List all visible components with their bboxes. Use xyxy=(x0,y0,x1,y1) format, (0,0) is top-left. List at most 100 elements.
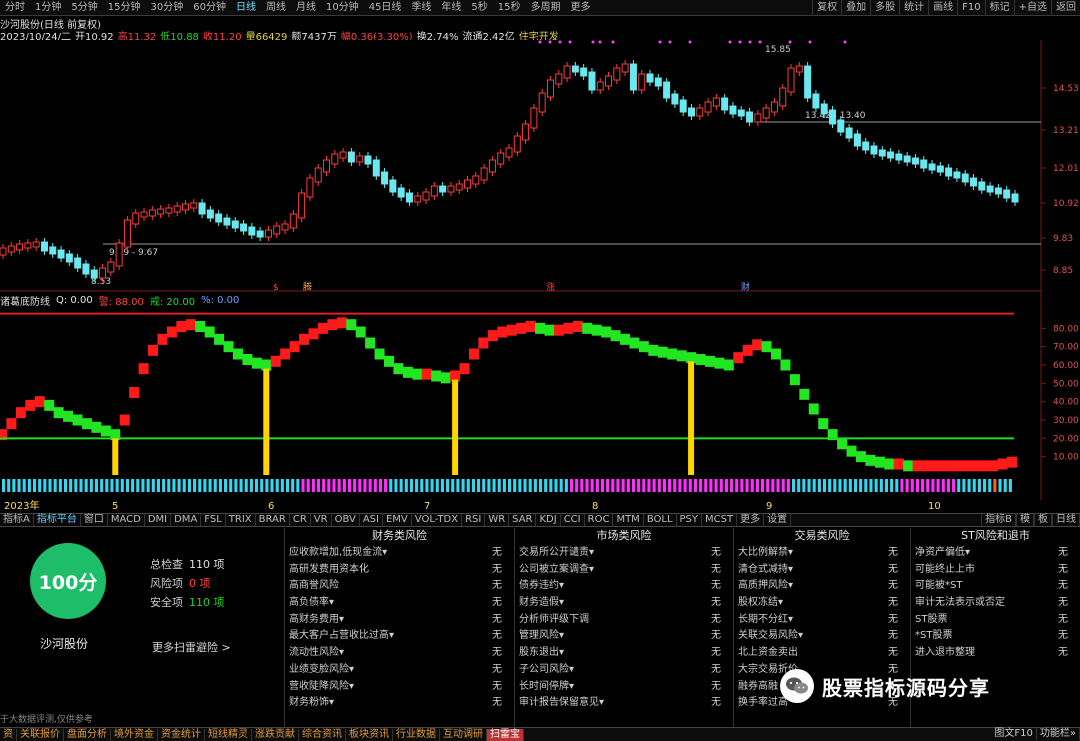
function-tab-9[interactable]: 行业数据 xyxy=(393,728,440,741)
function-tab-1[interactable]: 关联报价 xyxy=(17,728,64,741)
indicator-tab-right-2[interactable]: 板 xyxy=(1034,514,1052,526)
period-tab-7[interactable]: 周线 xyxy=(261,0,291,16)
period-tab-6[interactable]: 日线 xyxy=(231,0,261,16)
risk-item[interactable]: 审计无法表示或否定 无 xyxy=(911,595,1080,612)
period-tab-14[interactable]: 15秒 xyxy=(493,0,526,16)
indicator-tab-13[interactable]: EMV xyxy=(383,514,412,526)
risk-item[interactable]: 营收陡降风险▾ 无 xyxy=(285,679,514,696)
period-tab-8[interactable]: 月线 xyxy=(291,0,321,16)
risk-item[interactable]: 财务粉饰▾ 无 xyxy=(285,695,514,712)
period-tab-16[interactable]: 更多 xyxy=(566,0,596,16)
risk-item[interactable]: 长时间停牌▾ 无 xyxy=(515,679,733,696)
indicator-tab-26[interactable]: 设置 xyxy=(764,514,792,526)
indicator-tab-1[interactable]: 指标平台 xyxy=(34,514,81,526)
risk-item[interactable]: 股权冻结▾ 无 xyxy=(734,595,910,612)
indicator-tab-24[interactable]: MCST xyxy=(702,514,738,526)
tool-button-8[interactable]: 返回 xyxy=(1051,0,1080,16)
function-tab-3[interactable]: 境外资金 xyxy=(111,728,158,741)
function-tab-5[interactable]: 短线精灵 xyxy=(205,728,252,741)
indicator-tab-12[interactable]: ASI xyxy=(360,514,383,526)
risk-item[interactable]: 进入退市整理 无 xyxy=(911,645,1080,662)
indicator-tab-8[interactable]: BRAR xyxy=(256,514,290,526)
risk-item[interactable]: 财务造假▾ 无 xyxy=(515,595,733,612)
period-tab-11[interactable]: 季线 xyxy=(406,0,436,16)
risk-item[interactable]: 可能终止上市 无 xyxy=(911,562,1080,579)
function-tab-0[interactable]: 资 xyxy=(0,728,17,741)
risk-item[interactable]: 流动性风险▾ 无 xyxy=(285,645,514,662)
period-tab-0[interactable]: 分时 xyxy=(0,0,30,16)
period-tab-12[interactable]: 年线 xyxy=(436,0,466,16)
risk-item[interactable]: 分析师评级下调 无 xyxy=(515,612,733,629)
period-tab-1[interactable]: 1分钟 xyxy=(30,0,66,16)
indicator-tab-right-0[interactable]: 指标B xyxy=(981,514,1016,526)
risk-item[interactable]: 最大客户占营收比过高▾ 无 xyxy=(285,628,514,645)
indicator-tab-7[interactable]: TRIX xyxy=(226,514,256,526)
risk-item[interactable]: 业绩变脸风险▾ 无 xyxy=(285,662,514,679)
indicator-tab-14[interactable]: VOL-TDX xyxy=(412,514,463,526)
tool-button-5[interactable]: F10 xyxy=(957,0,984,16)
risk-item[interactable]: 高商誉风险 无 xyxy=(285,578,514,595)
risk-item[interactable]: 股东退出▾ 无 xyxy=(515,645,733,662)
risk-item[interactable]: 审计报告保留意见▾ 无 xyxy=(515,695,733,712)
risk-item[interactable]: 清仓式减持▾ 无 xyxy=(734,562,910,579)
risk-item[interactable]: 债券违约▾ 无 xyxy=(515,578,733,595)
function-right-1[interactable]: 功能栏» xyxy=(1037,728,1080,740)
function-tab-6[interactable]: 涨跌贡献 xyxy=(252,728,299,741)
indicator-tab-23[interactable]: PSY xyxy=(677,514,703,526)
indicator-tab-10[interactable]: VR xyxy=(311,514,332,526)
more-risk-link[interactable]: 更多扫雷避险 > xyxy=(152,639,231,655)
indicator-tab-25[interactable]: 更多 xyxy=(737,514,765,526)
indicator-tab-21[interactable]: MTM xyxy=(613,514,644,526)
risk-item[interactable]: 长期不分红▾ 无 xyxy=(734,612,910,629)
indicator-tab-20[interactable]: ROC xyxy=(585,514,614,526)
risk-item[interactable]: *ST股票 无 xyxy=(911,628,1080,645)
indicator-tab-18[interactable]: KDJ xyxy=(536,514,561,526)
tool-button-4[interactable]: 画线 xyxy=(928,0,957,16)
tool-button-1[interactable]: 叠加 xyxy=(841,0,870,16)
period-tab-9[interactable]: 10分钟 xyxy=(321,0,364,16)
function-tab-4[interactable]: 资金统计 xyxy=(158,728,205,741)
indicator-tab-22[interactable]: BOLL xyxy=(644,514,677,526)
function-tab-10[interactable]: 互动调研 xyxy=(440,728,487,741)
risk-item[interactable]: 交易所公开谴责▾ 无 xyxy=(515,545,733,562)
indicator-tab-19[interactable]: CCI xyxy=(561,514,585,526)
indicator-tab-11[interactable]: OBV xyxy=(332,514,360,526)
indicator-chart[interactable]: 80.00 70.00 60.00 50.00 40.00 30.00 20.00 10.00 xyxy=(0,292,1080,500)
indicator-tab-3[interactable]: MACD xyxy=(108,514,145,526)
risk-item[interactable]: 高财务费用▾ 无 xyxy=(285,612,514,629)
indicator-tab-4[interactable]: DMI xyxy=(145,514,172,526)
indicator-tab-9[interactable]: CR xyxy=(290,514,311,526)
indicator-tab-6[interactable]: FSL xyxy=(201,514,226,526)
risk-item[interactable]: 管理风险▾ 无 xyxy=(515,628,733,645)
tool-button-2[interactable]: 多股 xyxy=(870,0,899,16)
risk-item[interactable]: 高研发费用资本化 无 xyxy=(285,562,514,579)
tool-button-3[interactable]: 统计 xyxy=(899,0,928,16)
period-tab-13[interactable]: 5秒 xyxy=(466,0,492,16)
risk-item[interactable]: 公司被立案调查▾ 无 xyxy=(515,562,733,579)
tool-button-7[interactable]: +自选 xyxy=(1013,0,1051,16)
tool-button-0[interactable]: 复权 xyxy=(812,0,841,16)
indicator-tab-16[interactable]: WR xyxy=(485,514,510,526)
period-tab-15[interactable]: 多周期 xyxy=(526,0,566,16)
indicator-tab-15[interactable]: RSI xyxy=(462,514,486,526)
indicator-tab-2[interactable]: 窗口 xyxy=(81,514,108,526)
period-tab-3[interactable]: 15分钟 xyxy=(103,0,146,16)
risk-item[interactable]: 大比例解禁▾ 无 xyxy=(734,545,910,562)
period-tab-2[interactable]: 5分钟 xyxy=(66,0,102,16)
period-tab-5[interactable]: 60分钟 xyxy=(188,0,231,16)
candlestick-chart[interactable]: 14.5313.2112.0110.929.838.85 13.42 - 13.… xyxy=(0,40,1080,292)
period-tab-10[interactable]: 45日线 xyxy=(364,0,407,16)
risk-item[interactable]: 子公司风险▾ 无 xyxy=(515,662,733,679)
function-tab-2[interactable]: 盘面分析 xyxy=(64,728,111,741)
risk-item[interactable]: 应收款增加,低现金流▾ 无 xyxy=(285,545,514,562)
risk-item[interactable]: 关联交易风险▾ 无 xyxy=(734,628,910,645)
period-tab-4[interactable]: 30分钟 xyxy=(145,0,188,16)
risk-item[interactable]: 高负债率▾ 无 xyxy=(285,595,514,612)
tool-button-6[interactable]: 标记 xyxy=(984,0,1014,16)
risk-item[interactable]: 高质押风险▾ 无 xyxy=(734,578,910,595)
function-tab-8[interactable]: 板块资讯 xyxy=(346,728,393,741)
risk-item[interactable]: 净资产偏低▾ 无 xyxy=(911,545,1080,562)
risk-item[interactable]: 北上资金卖出 无 xyxy=(734,645,910,662)
indicator-tab-0[interactable]: 指标A xyxy=(0,514,34,526)
indicator-tab-right-1[interactable]: 模 xyxy=(1016,514,1034,526)
